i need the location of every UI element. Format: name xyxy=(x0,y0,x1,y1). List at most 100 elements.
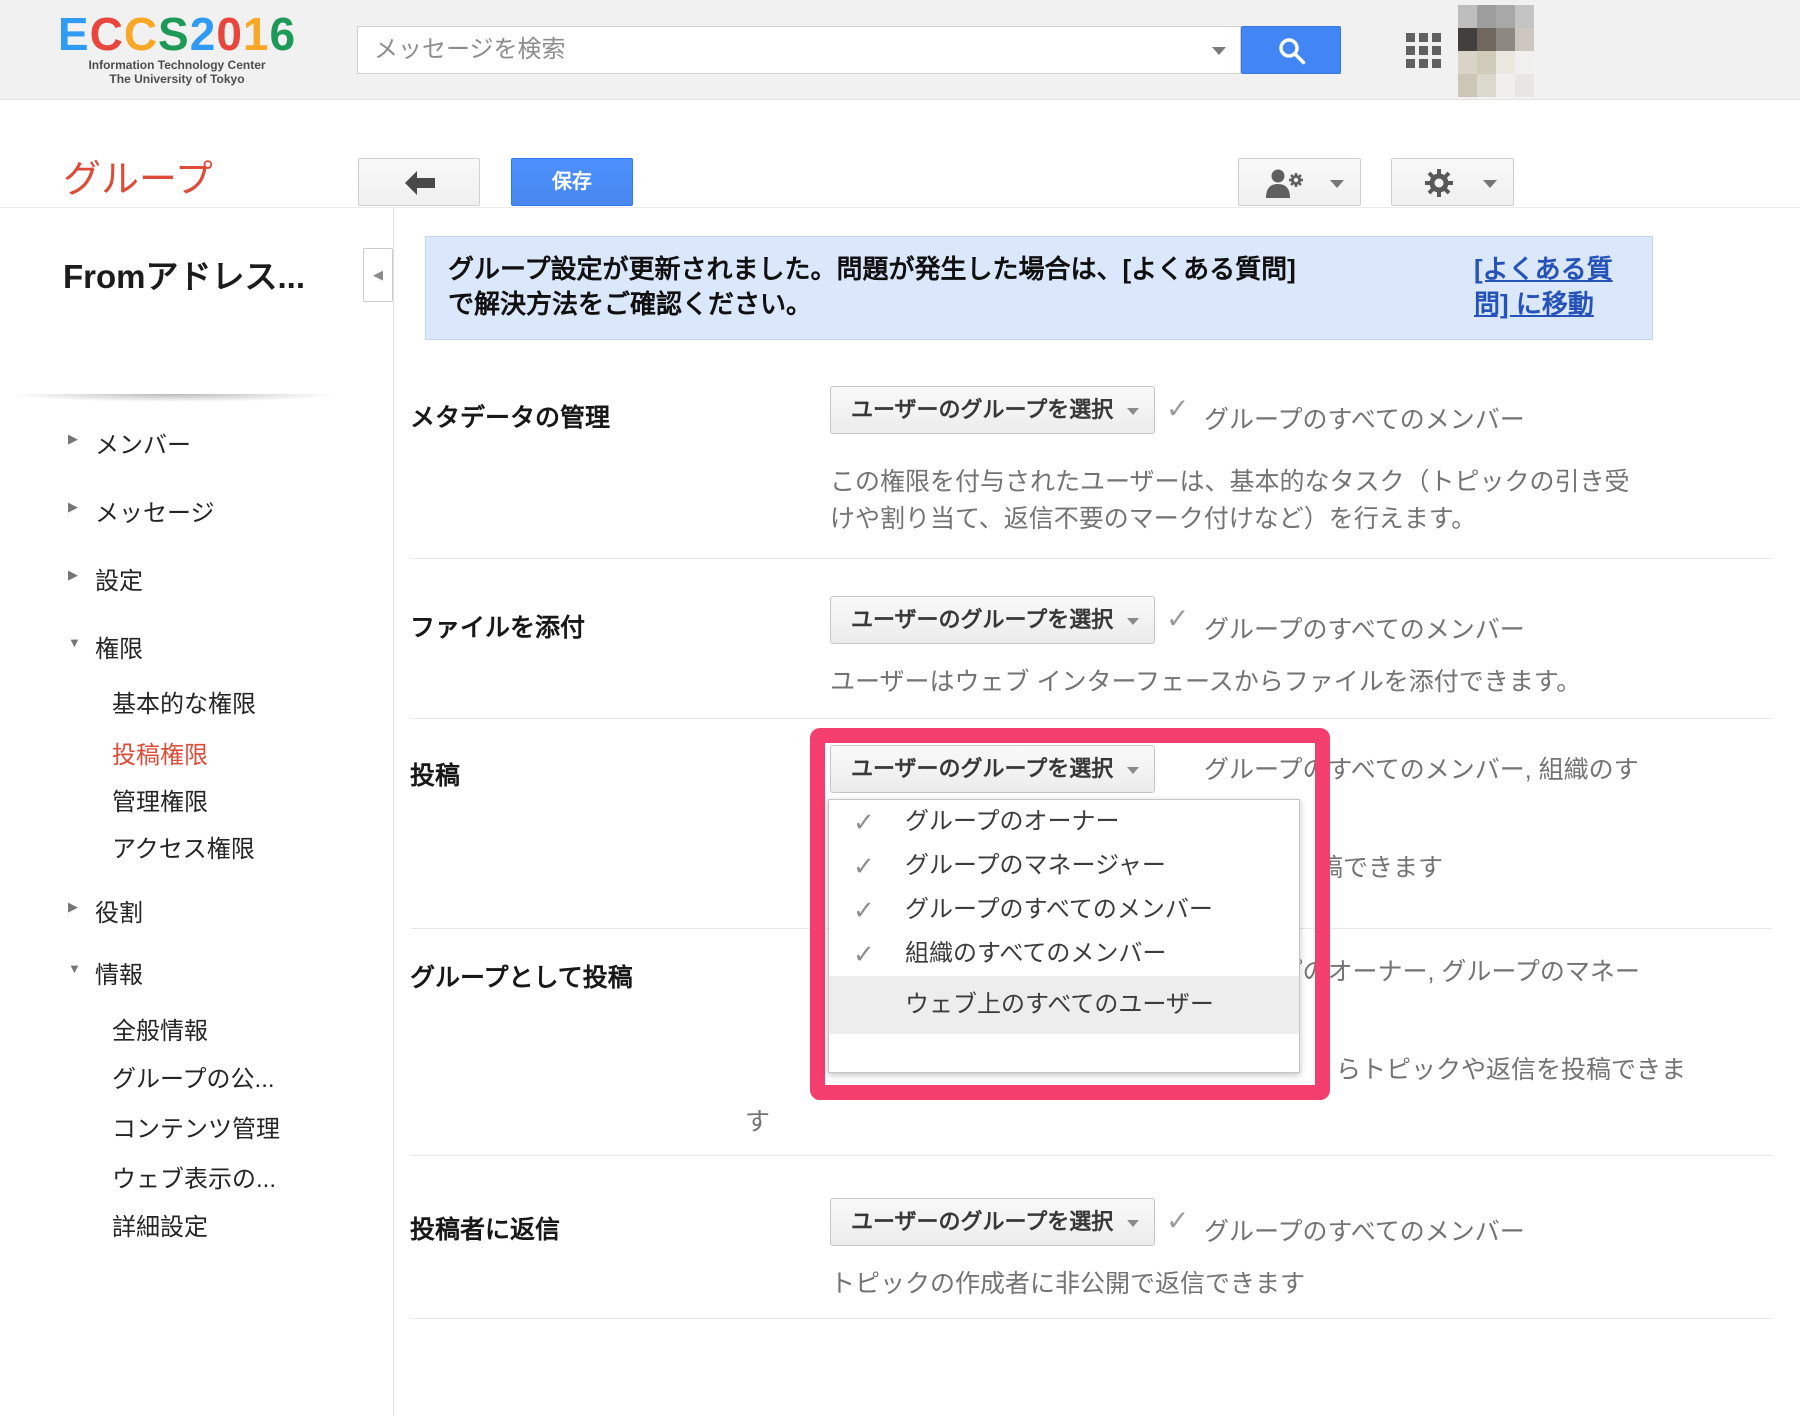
sidebar-item-content-control[interactable]: コンテンツ管理 xyxy=(0,1109,392,1143)
sidebar-item-label: コンテンツ管理 xyxy=(112,1109,280,1144)
sidebar-item-label: 基本的な権限 xyxy=(112,684,256,719)
sidebar-item-web-view[interactable]: ウェブ表示の... xyxy=(0,1159,392,1193)
sidebar-item-label: アクセス権限 xyxy=(112,829,255,864)
sidebar-item-permissions[interactable]: ▼ 権限 xyxy=(0,629,392,663)
selected-value-metadata: グループのすべてのメンバー xyxy=(1204,400,1525,436)
check-icon: ✓ xyxy=(853,888,875,932)
sidebar-item-label: グループの公... xyxy=(112,1059,275,1094)
logo-letter: 2 xyxy=(190,8,217,60)
selected-value-attach: グループのすべてのメンバー xyxy=(1204,610,1525,646)
select-groups-dropdown-attach[interactable]: ユーザーのグループを選択 xyxy=(830,596,1155,644)
sidebar-item-members[interactable]: ▶ メンバー xyxy=(0,425,392,459)
sidebar-item-information[interactable]: ▼ 情報 xyxy=(0,955,392,989)
dropdown-label: ユーザーのグループを選択 xyxy=(851,1209,1113,1234)
row-divider xyxy=(410,1318,1772,1319)
banner-message-line: グループ設定が更新されました。問題が発生した場合は、[よくある質問] xyxy=(448,252,1474,287)
banner-message: グループ設定が更新されました。問題が発生した場合は、[よくある質問] で解決方法… xyxy=(448,252,1474,339)
save-button[interactable]: 保存 xyxy=(511,158,633,206)
row-label-post: 投稿 xyxy=(410,756,460,792)
logo-letter: S xyxy=(158,8,190,60)
dropdown-caret-icon xyxy=(1127,1220,1139,1227)
menu-item-group-owners[interactable]: ✓ グループのオーナー xyxy=(829,800,1299,844)
dropdown-caret-icon xyxy=(1127,767,1139,774)
dropdown-label: ユーザーのグループを選択 xyxy=(851,397,1113,422)
sidebar-item-settings[interactable]: ▶ 設定 xyxy=(0,561,392,595)
sidebar-item-access-permissions[interactable]: アクセス権限 xyxy=(0,829,392,863)
search-options-caret-icon[interactable] xyxy=(1212,47,1226,55)
back-button[interactable] xyxy=(358,158,480,206)
logo-subtitle: Information Technology Center xyxy=(57,58,297,72)
sidebar-item-label: 設定 xyxy=(95,561,143,596)
menu-item-label: ウェブ上のすべてのユーザー xyxy=(905,991,1214,1018)
sidebar-item-label: 詳細設定 xyxy=(112,1207,208,1242)
sidebar-item-label: ウェブ表示の... xyxy=(112,1159,276,1194)
search-button[interactable] xyxy=(1241,26,1341,74)
menu-item-all-web-users[interactable]: ウェブ上のすべてのユーザー xyxy=(829,976,1299,1034)
logo-letter: C xyxy=(90,8,124,60)
toolbar-divider xyxy=(0,207,1800,208)
check-icon: ✓ xyxy=(853,844,875,888)
search-icon xyxy=(1275,34,1309,68)
expand-arrow-icon: ▶ xyxy=(68,499,86,515)
menu-item-all-group-members[interactable]: ✓ グループのすべてのメンバー xyxy=(829,888,1299,932)
check-icon: ✓ xyxy=(1166,602,1189,635)
gear-icon xyxy=(1422,166,1456,200)
expand-arrow-icon: ▶ xyxy=(68,567,86,583)
select-groups-dropdown-reply[interactable]: ユーザーのグループを選択 xyxy=(830,1198,1155,1246)
faq-link[interactable]: [よくある質問] に移動 xyxy=(1474,252,1626,339)
sidebar-vertical-divider xyxy=(393,208,394,1416)
sidebar-item-group-visibility[interactable]: グループの公... xyxy=(0,1059,392,1093)
select-groups-dropdown-metadata[interactable]: ユーザーのグループを選択 xyxy=(830,386,1155,434)
check-icon: ✓ xyxy=(1166,1204,1189,1237)
row-desc-metadata: この権限を付与されたユーザーは、基本的なタスク（トピックの引き受けや割り当て、返… xyxy=(830,464,1650,538)
collapse-arrow-icon: ▼ xyxy=(68,635,86,650)
check-icon: ✓ xyxy=(1166,392,1189,425)
sidebar-item-label: 全般情報 xyxy=(112,1011,208,1046)
row-desc-attach: ユーザーはウェブ インターフェースからファイルを添付できます。 xyxy=(830,664,1650,701)
eccs-logo: ECCS2016 Information Technology Center T… xyxy=(57,10,297,86)
members-menu-button[interactable] xyxy=(1238,158,1361,206)
app-header: ECCS2016 Information Technology Center T… xyxy=(0,0,1800,100)
sidebar-item-advanced[interactable]: 詳細設定 xyxy=(0,1207,392,1241)
row-desc-post-as-group-wrap: す xyxy=(745,1102,770,1138)
selected-value-reply: グループのすべてのメンバー xyxy=(1204,1212,1525,1248)
apps-grid-icon[interactable] xyxy=(1406,33,1443,70)
logo-letter: 6 xyxy=(270,8,297,60)
sidebar-item-label: 管理権限 xyxy=(112,782,208,817)
sidebar-item-messages[interactable]: ▶ メッセージ xyxy=(0,493,392,527)
back-arrow-icon xyxy=(400,168,440,198)
menu-item-group-managers[interactable]: ✓ グループのマネージャー xyxy=(829,844,1299,888)
dropdown-label: ユーザーのグループを選択 xyxy=(851,756,1113,781)
row-label-reply: 投稿者に返信 xyxy=(410,1210,560,1246)
sidebar-item-roles[interactable]: ▶ 役割 xyxy=(0,893,392,927)
menu-item-label: 組織のすべてのメンバー xyxy=(905,940,1166,967)
sidebar-item-basic-permissions[interactable]: 基本的な権限 xyxy=(0,684,392,718)
row-desc-reply: トピックの作成者に非公開で返信できます xyxy=(830,1266,1650,1303)
menu-item-label: グループのすべてのメンバー xyxy=(905,896,1213,923)
row-label-metadata: メタデータの管理 xyxy=(410,398,610,434)
logo-subtitle: The University of Tokyo xyxy=(57,72,297,86)
sidebar-item-posting-permissions[interactable]: 投稿権限 xyxy=(0,735,392,769)
row-divider xyxy=(410,718,1772,719)
chevron-down-icon xyxy=(1483,180,1497,188)
sidebar-item-label: メッセージ xyxy=(95,493,215,528)
dropdown-label: ユーザーのグループを選択 xyxy=(851,607,1113,632)
sidebar-item-moderation-permissions[interactable]: 管理権限 xyxy=(0,782,392,816)
update-notification-banner: グループ設定が更新されました。問題が発生した場合は、[よくある質問] で解決方法… xyxy=(425,236,1653,340)
sidebar-item-label: 権限 xyxy=(95,629,143,664)
search-input[interactable] xyxy=(357,26,1241,74)
sidebar-collapse-button[interactable]: ◀ xyxy=(363,248,393,302)
logo-letter: 1 xyxy=(243,8,270,60)
sidebar-item-label: メンバー xyxy=(95,425,191,460)
sidebar-item-label: 情報 xyxy=(95,955,143,990)
sidebar-item-general-info[interactable]: 全般情報 xyxy=(0,1011,392,1045)
avatar[interactable] xyxy=(1458,5,1534,97)
settings-menu-button[interactable] xyxy=(1391,158,1514,206)
sidebar-item-label: 投稿権限 xyxy=(112,735,208,770)
chevron-down-icon xyxy=(1330,180,1344,188)
expand-arrow-icon: ▶ xyxy=(68,899,86,915)
group-name-title: Fromアドレス... xyxy=(63,250,305,298)
select-groups-dropdown-post[interactable]: ユーザーのグループを選択 xyxy=(830,745,1155,793)
menu-item-all-org-members[interactable]: ✓ 組織のすべてのメンバー xyxy=(829,932,1299,976)
row-label-attach: ファイルを添付 xyxy=(410,608,585,644)
